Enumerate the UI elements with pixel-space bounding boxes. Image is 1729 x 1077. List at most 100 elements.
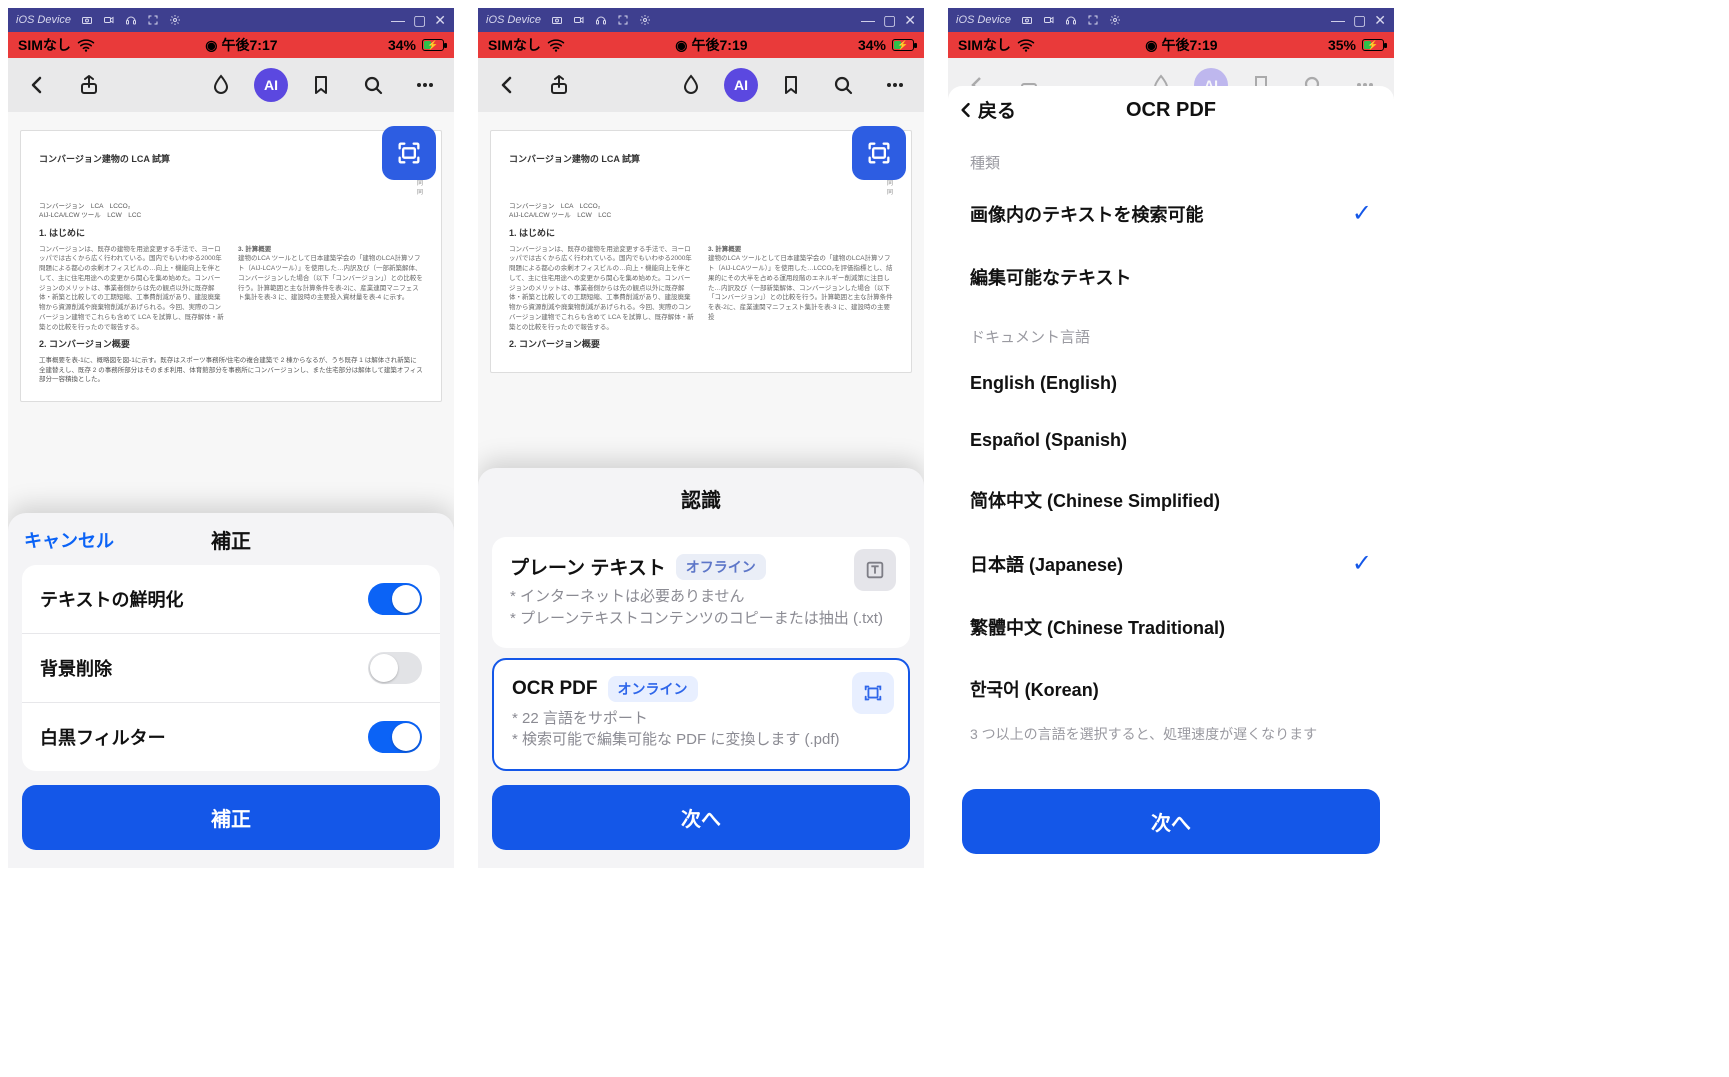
back-icon[interactable] (18, 66, 56, 104)
close-icon[interactable]: ✕ (434, 12, 446, 29)
emulator-device-label: iOS Device (16, 14, 71, 26)
lang-english[interactable]: English (English) (948, 355, 1394, 412)
ios-status-bar: SIMなし ◉ 午後7:17 34% ⚡ (8, 32, 454, 58)
share-icon[interactable] (540, 66, 578, 104)
close-icon[interactable]: ✕ (1374, 12, 1386, 29)
camera-icon[interactable] (551, 14, 563, 26)
share-icon[interactable] (70, 66, 108, 104)
scan-icon[interactable] (382, 126, 436, 180)
lang-chinese-simplified-label: 简体中文 (Chinese Simplified) (970, 487, 1220, 513)
option-editable-text[interactable]: 編集可能なテキスト (948, 246, 1394, 308)
camera-icon[interactable] (81, 14, 93, 26)
ai-button[interactable]: AI (724, 68, 758, 102)
settings-list[interactable]: 種類 画像内のテキストを検索可能 ✓ 編集可能なテキスト ドキュメント言語 En… (948, 134, 1394, 775)
correction-sheet: キャンセル 補正 テキストの鮮明化 背景削除 白黒フィルター 補正 (8, 513, 454, 868)
close-icon[interactable]: ✕ (904, 12, 916, 29)
battery-percent-label: 34% (858, 37, 886, 53)
next-button[interactable]: 次へ (962, 789, 1380, 854)
lang-korean-label: 한국어 (Korean) (970, 676, 1099, 702)
battery-icon: ⚡ (1362, 39, 1384, 51)
expand-icon[interactable] (147, 14, 159, 26)
option-plain-text[interactable]: プレーン テキスト オフライン * インターネットは必要ありません * プレーン… (492, 537, 910, 648)
toggle-sharpen[interactable] (368, 583, 422, 615)
wifi-icon (1017, 38, 1035, 52)
clock-label: 午後7:19 (1162, 35, 1218, 55)
emulator-device-label: iOS Device (956, 14, 1011, 26)
plain-text-desc1: * インターネットは必要ありません (510, 586, 892, 608)
text-icon (854, 549, 896, 591)
lang-spanish[interactable]: Español (Spanish) (948, 412, 1394, 469)
search-icon[interactable] (354, 66, 392, 104)
lang-korean[interactable]: 한국어 (Korean) (948, 658, 1394, 720)
cancel-button[interactable]: キャンセル (24, 527, 114, 553)
lang-chinese-simplified[interactable]: 简体中文 (Chinese Simplified) (948, 469, 1394, 531)
bookmark-icon[interactable] (302, 66, 340, 104)
option-searchable-text-label: 画像内のテキストを検索可能 (970, 201, 1203, 227)
window-icon[interactable]: ▢ (883, 12, 896, 29)
document-preview: コンバージョン建物の LCA 試算 正会員 ○同同 コンバージョン LCA LC… (490, 130, 912, 373)
option-remove-bg: 背景削除 (22, 634, 440, 703)
video-icon[interactable] (1043, 14, 1055, 26)
expand-icon[interactable] (1087, 14, 1099, 26)
battery-icon: ⚡ (892, 39, 914, 51)
camera-icon[interactable] (1021, 14, 1033, 26)
expand-icon[interactable] (617, 14, 629, 26)
minimize-icon[interactable]: — (391, 12, 405, 28)
more-icon[interactable] (406, 66, 444, 104)
recording-dot-icon: ◉ (1145, 37, 1157, 54)
option-ocr-pdf[interactable]: OCR PDF オンライン * 22 言語をサポート * 検索可能で編集可能な … (492, 658, 910, 772)
ocr-pdf-desc1: * 22 言語をサポート (512, 708, 890, 730)
minimize-icon[interactable]: — (861, 12, 875, 28)
battery-percent-label: 34% (388, 37, 416, 53)
checkmark-icon: ✓ (1352, 549, 1372, 578)
sheet-header: キャンセル 補正 (8, 523, 454, 555)
back-button[interactable]: 戻る (956, 96, 1016, 123)
lang-chinese-traditional-label: 繁體中文 (Chinese Traditional) (970, 614, 1225, 640)
online-badge: オンライン (608, 676, 698, 702)
sheet-nav: 戻る OCR PDF (948, 86, 1394, 134)
recording-dot-icon: ◉ (205, 37, 217, 54)
search-icon[interactable] (824, 66, 862, 104)
headphone-icon[interactable] (1065, 14, 1077, 26)
ocr-pdf-title: OCR PDF (512, 678, 598, 700)
window-icon[interactable]: ▢ (1353, 12, 1366, 29)
battery-percent-label: 35% (1328, 37, 1356, 53)
next-button[interactable]: 次へ (492, 785, 910, 850)
option-bw-filter-label: 白黒フィルター (40, 724, 166, 750)
section-language-label: ドキュメント言語 (948, 308, 1394, 355)
doc-title: コンバージョン建物の LCA 試算 (509, 153, 893, 167)
scan-document-icon (852, 672, 894, 714)
ai-button[interactable]: AI (254, 68, 288, 102)
toggle-remove-bg[interactable] (368, 652, 422, 684)
video-icon[interactable] (573, 14, 585, 26)
ink-icon[interactable] (202, 66, 240, 104)
apply-correction-button[interactable]: 補正 (22, 785, 440, 850)
gear-icon[interactable] (1109, 14, 1121, 26)
headphone-icon[interactable] (595, 14, 607, 26)
headphone-icon[interactable] (125, 14, 137, 26)
toggle-bw-filter[interactable] (368, 721, 422, 753)
back-icon[interactable] (488, 66, 526, 104)
ink-icon[interactable] (672, 66, 710, 104)
sheet-title: OCR PDF (1126, 99, 1216, 122)
lang-chinese-traditional[interactable]: 繁體中文 (Chinese Traditional) (948, 596, 1394, 658)
bookmark-icon[interactable] (772, 66, 810, 104)
carrier-label: SIMなし (958, 35, 1011, 55)
document-preview: コンバージョン建物の LCA 試算 正会員 ○同同 コンバージョン LCA LC… (20, 130, 442, 402)
ocr-settings-sheet: 戻る OCR PDF 種類 画像内のテキストを検索可能 ✓ 編集可能なテキスト … (948, 86, 1394, 868)
window-icon[interactable]: ▢ (413, 12, 426, 29)
video-icon[interactable] (103, 14, 115, 26)
gear-icon[interactable] (639, 14, 651, 26)
option-searchable-text[interactable]: 画像内のテキストを検索可能 ✓ (948, 181, 1394, 246)
scan-icon[interactable] (852, 126, 906, 180)
gear-icon[interactable] (169, 14, 181, 26)
ocr-pdf-desc2: * 検索可能で編集可能な PDF に変換します (.pdf) (512, 729, 890, 751)
battery-icon: ⚡ (422, 39, 444, 51)
minimize-icon[interactable]: — (1331, 12, 1345, 28)
app-toolbar: AI (8, 58, 454, 112)
doc-title: コンバージョン建物の LCA 試算 (39, 153, 423, 167)
more-icon[interactable] (876, 66, 914, 104)
lang-japanese[interactable]: 日本語 (Japanese) ✓ (948, 531, 1394, 596)
checkmark-icon: ✓ (1352, 199, 1372, 228)
option-bw-filter: 白黒フィルター (22, 703, 440, 771)
